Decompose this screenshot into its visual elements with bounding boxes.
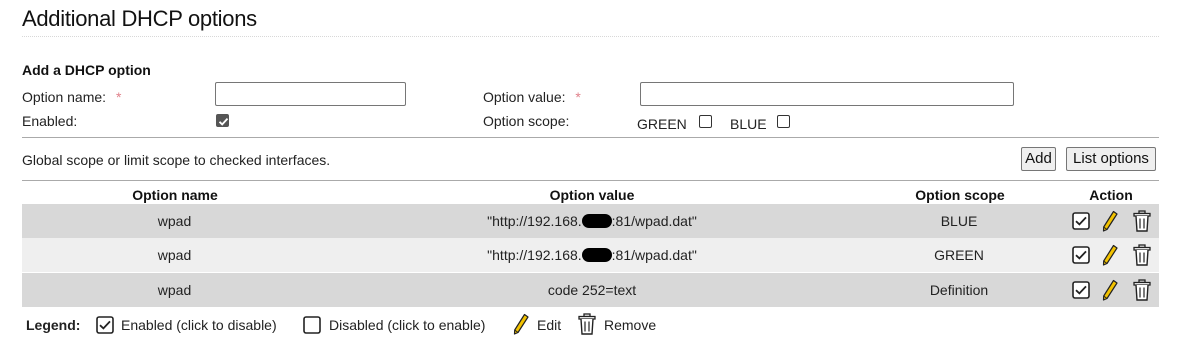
row-option-name: wpad xyxy=(157,213,192,229)
value-suffix: :81/wpad.dat" xyxy=(611,213,697,229)
checkbox-checked-icon xyxy=(96,316,114,337)
option-value-label: Option value: * xyxy=(483,89,581,105)
redaction-mark xyxy=(581,248,612,262)
pencil-icon[interactable] xyxy=(1101,279,1119,304)
title-divider xyxy=(22,36,1159,37)
add-button[interactable]: Add xyxy=(1021,147,1056,171)
option-name-label-text: Option name: xyxy=(22,89,107,105)
required-mark: * xyxy=(115,89,122,105)
scope-green-label: GREEN xyxy=(637,116,687,132)
trash-icon xyxy=(578,313,596,338)
legend-disabled: Disabled (click to enable) xyxy=(329,317,486,333)
col-header-action: Action xyxy=(1089,187,1133,203)
table-row: wpad code 252=text Definition xyxy=(22,273,1159,307)
legend-enabled: Enabled (click to disable) xyxy=(121,317,277,333)
row-option-value: "http://192.168. :81/wpad.dat" xyxy=(442,204,742,238)
pencil-icon[interactable] xyxy=(1101,244,1119,269)
page-title: Additional DHCP options xyxy=(22,6,257,31)
table-row: wpad "http://192.168. :81/wpad.dat" GREEN xyxy=(22,238,1159,272)
checkbox-checked-icon[interactable] xyxy=(1072,212,1090,233)
row-option-name: wpad xyxy=(157,282,192,298)
col-header-option-name: Option name xyxy=(132,187,218,203)
trash-icon[interactable] xyxy=(1133,279,1151,304)
trash-icon[interactable] xyxy=(1133,244,1151,269)
option-value-label-text: Option value: xyxy=(483,89,566,105)
row-option-value: "http://192.168. :81/wpad.dat" xyxy=(442,238,742,272)
scope-blue-label: BLUE xyxy=(730,116,767,132)
table-divider xyxy=(22,180,1159,181)
checkbox-checked-icon[interactable] xyxy=(1072,246,1090,267)
option-name-label: Option name: * xyxy=(22,89,121,105)
value-prefix: "http://192.168. xyxy=(487,213,582,229)
col-header-option-value: Option value xyxy=(549,187,635,203)
add-option-heading: Add a DHCP option xyxy=(22,62,151,78)
value-prefix: "http://192.168. xyxy=(487,247,582,263)
trash-icon[interactable] xyxy=(1133,210,1151,235)
row-option-scope: Definition xyxy=(929,282,989,298)
enabled-checkbox[interactable] xyxy=(216,114,229,127)
pencil-icon xyxy=(512,313,530,338)
row-option-scope: GREEN xyxy=(934,247,984,263)
scope-hint: Global scope or limit scope to checked i… xyxy=(22,152,331,168)
required-mark: * xyxy=(575,89,581,105)
option-name-input[interactable] xyxy=(215,82,406,106)
value-suffix: :81/wpad.dat" xyxy=(611,247,697,263)
checkbox-unchecked-icon xyxy=(303,316,321,337)
col-header-option-scope: Option scope xyxy=(915,187,1005,203)
row-option-name: wpad xyxy=(157,247,192,263)
list-options-button[interactable]: List options xyxy=(1066,147,1156,171)
row-option-scope: BLUE xyxy=(940,213,978,229)
scope-green-checkbox[interactable] xyxy=(699,115,712,128)
table-row: wpad "http://192.168. :81/wpad.dat" BLUE xyxy=(22,204,1159,238)
legend-label: Legend: xyxy=(26,317,81,333)
scope-blue-checkbox[interactable] xyxy=(777,115,790,128)
legend-edit: Edit xyxy=(537,317,562,333)
option-scope-label: Option scope: xyxy=(483,113,570,129)
form-divider xyxy=(22,137,1159,138)
legend-remove: Remove xyxy=(604,317,657,333)
row-option-value: code 252=text xyxy=(547,282,637,298)
option-value-input[interactable] xyxy=(640,82,1014,106)
enabled-label: Enabled: xyxy=(22,113,78,129)
checkbox-checked-icon[interactable] xyxy=(1072,281,1090,302)
pencil-icon[interactable] xyxy=(1101,210,1119,235)
redaction-mark xyxy=(581,214,612,228)
